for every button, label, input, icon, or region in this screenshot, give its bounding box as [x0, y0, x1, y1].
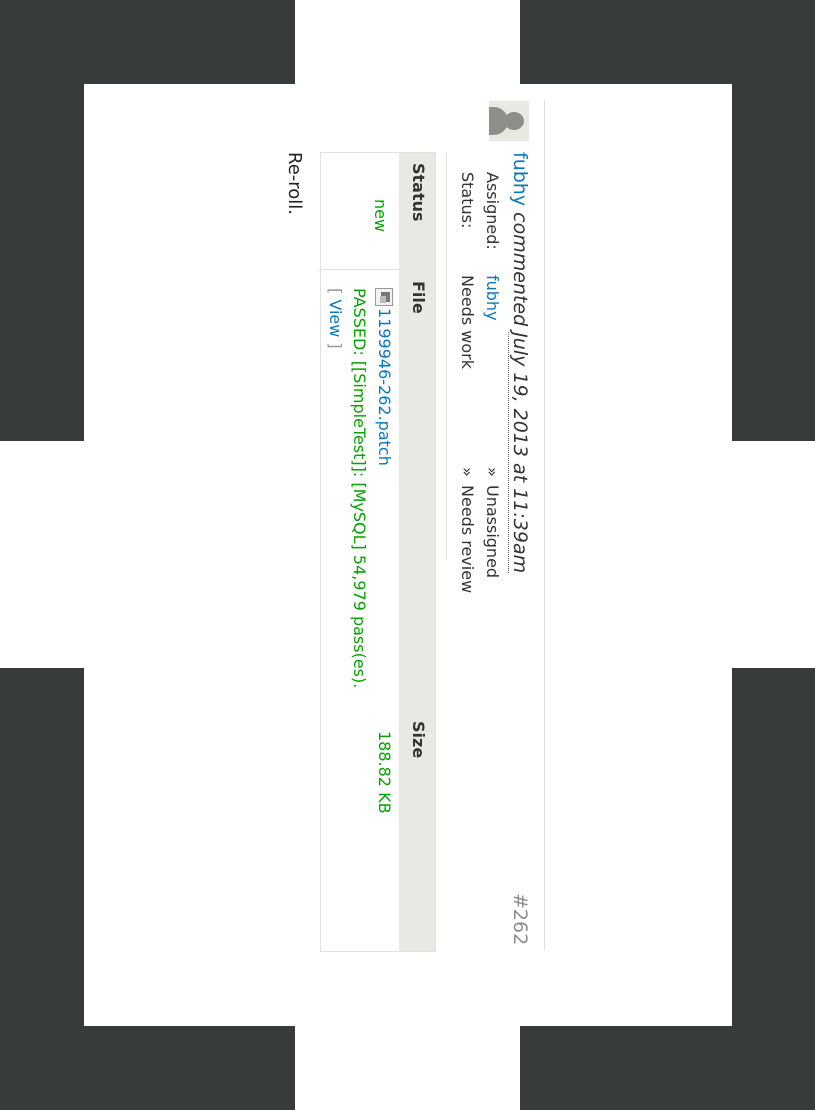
frame-bottom-left — [0, 1026, 295, 1110]
frame-top-right — [520, 0, 815, 84]
comment-divider — [544, 100, 545, 950]
frame-right-upper — [732, 84, 815, 441]
change-old-value: Needs work — [458, 275, 477, 369]
change-label: Assigned: — [483, 172, 502, 250]
frame-right-lower — [732, 668, 815, 1026]
file-size: 188.82 KB — [375, 731, 394, 814]
change-arrow: » — [458, 467, 477, 477]
comment-body: Re-roll. — [284, 152, 305, 216]
column-header-status: Status — [409, 163, 428, 222]
column-header-file: File — [409, 281, 428, 314]
view-test-link[interactable]: View — [326, 299, 345, 337]
view-bracket-close: ] — [326, 342, 345, 349]
change-label: Status: — [458, 172, 477, 229]
file-icon — [375, 288, 393, 306]
view-bracket-open: [ — [326, 288, 345, 295]
column-divider — [319, 269, 399, 270]
comment-author-link[interactable]: fubhy — [509, 152, 531, 206]
frame-bottom-right — [520, 1026, 815, 1110]
file-name-link[interactable]: 1199946-262.patch — [375, 308, 394, 466]
table-header: Status File Size — [399, 153, 435, 951]
comment-header: fubhy commented July 19, 2013 at 11:39am — [508, 152, 531, 574]
comment-date[interactable]: July 19, 2013 at 11:39am — [508, 332, 531, 574]
assigned-user-link[interactable]: fubhy — [483, 275, 502, 321]
frame-left-upper — [0, 84, 84, 441]
file-status: new — [371, 199, 390, 233]
change-new-value: Needs review — [458, 485, 477, 594]
comment-number-link[interactable]: #262 — [509, 893, 531, 945]
comment: fubhy commented July 19, 2013 at 11:39am… — [265, 100, 545, 960]
change-arrow: » — [483, 467, 502, 477]
comment-verb: commented — [509, 212, 531, 327]
issue-changes: Assigned: fubhy » Unassigned Status: Nee… — [446, 152, 502, 593]
view-link-wrapper: [ View ] — [326, 288, 345, 349]
test-result: PASSED: [[SimpleTest]]: [MySQL] 54,979 p… — [350, 288, 369, 689]
frame-top-left — [0, 0, 295, 84]
attached-files-table: Status File Size new 1199946-262.patch 1… — [319, 152, 436, 952]
change-new-value: Unassigned — [483, 485, 502, 579]
user-avatar-icon[interactable] — [489, 101, 529, 141]
frame-left-lower — [0, 668, 84, 1026]
column-header-size: Size — [409, 721, 428, 759]
